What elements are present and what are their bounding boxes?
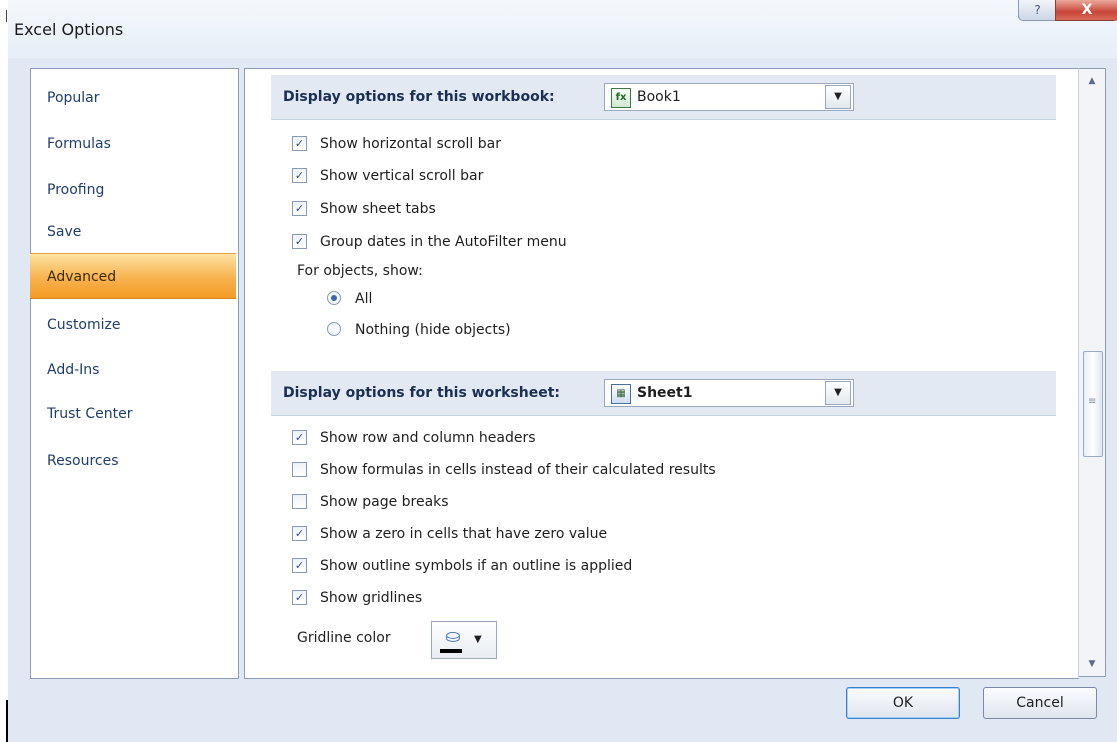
scroll-thumb[interactable]: ≡ bbox=[1083, 351, 1103, 457]
dialog-title: Excel Options bbox=[14, 20, 124, 39]
radio-objects-all[interactable]: All bbox=[327, 287, 372, 311]
checkbox-checked-icon[interactable]: ✓ bbox=[292, 167, 307, 183]
excel-book-icon: fx bbox=[611, 88, 631, 108]
checkbox-checked-icon[interactable]: ✓ bbox=[292, 525, 307, 541]
checkbox-show-formulas[interactable]: Show formulas in cells instead of their … bbox=[292, 458, 716, 482]
checkbox-vertical-scroll-bar[interactable]: ✓ Show vertical scroll bar bbox=[292, 164, 483, 188]
chevron-down-icon[interactable]: ▼ bbox=[825, 381, 851, 405]
nav-item-save[interactable]: Save bbox=[31, 209, 238, 255]
panel-scrollbar[interactable]: ▲ ≡ ▼ bbox=[1078, 68, 1106, 677]
checkbox-checked-icon[interactable]: ✓ bbox=[292, 557, 307, 573]
grip-icon: ≡ bbox=[1088, 396, 1097, 407]
radio-unselected-icon[interactable] bbox=[327, 322, 341, 336]
radio-selected-icon[interactable] bbox=[327, 291, 341, 305]
title-bar: Excel Options ? X bbox=[8, 0, 1117, 58]
nav-item-proofing[interactable]: Proofing bbox=[31, 167, 238, 213]
worksheet-select-value: Sheet1 bbox=[637, 385, 693, 401]
close-button[interactable]: X bbox=[1055, 0, 1117, 21]
radio-objects-nothing[interactable]: Nothing (hide objects) bbox=[327, 318, 511, 342]
nav-item-formulas[interactable]: Formulas bbox=[31, 121, 238, 167]
workbook-section-label: Display options for this workbook: bbox=[283, 89, 555, 105]
checkbox-group-dates[interactable]: ✓ Group dates in the AutoFilter menu bbox=[292, 230, 567, 254]
checkbox-zero-values[interactable]: ✓ Show a zero in cells that have zero val… bbox=[292, 522, 607, 546]
checkbox-checked-icon[interactable]: ✓ bbox=[292, 200, 307, 216]
nav-item-advanced[interactable]: Advanced bbox=[30, 253, 236, 299]
ok-button[interactable]: OK bbox=[846, 687, 960, 719]
worksheet-section-header: Display options for this worksheet: ▦ Sh… bbox=[271, 371, 1056, 416]
checkbox-horizontal-scroll-bar[interactable]: ✓ Show horizontal scroll bar bbox=[292, 132, 501, 156]
advanced-options-panel: Display options for this workbook: fx Bo… bbox=[244, 68, 1079, 679]
checkbox-page-breaks[interactable]: Show page breaks bbox=[292, 490, 449, 514]
nav-item-customize[interactable]: Customize bbox=[31, 302, 238, 348]
checkbox-gridlines[interactable]: ✓ Show gridlines bbox=[292, 586, 422, 610]
checkbox-checked-icon[interactable]: ✓ bbox=[292, 233, 307, 249]
checkbox-checked-icon[interactable]: ✓ bbox=[292, 135, 307, 151]
checkbox-outline-symbols[interactable]: ✓ Show outline symbols if an outline is a… bbox=[292, 554, 632, 578]
chevron-down-icon[interactable]: ▼ bbox=[825, 85, 851, 109]
checkbox-unchecked-icon[interactable] bbox=[292, 461, 307, 477]
scroll-down-icon[interactable]: ▼ bbox=[1079, 654, 1105, 674]
worksheet-icon: ▦ bbox=[611, 384, 631, 404]
workbook-select-value: Book1 bbox=[637, 89, 681, 105]
nav-item-trust-center[interactable]: Trust Center bbox=[31, 391, 238, 437]
window-edge bbox=[6, 700, 8, 742]
checkbox-unchecked-icon[interactable] bbox=[292, 493, 307, 509]
nav-item-resources[interactable]: Resources bbox=[31, 438, 238, 484]
checkbox-sheet-tabs[interactable]: ✓ Show sheet tabs bbox=[292, 197, 436, 221]
checkbox-checked-icon[interactable]: ✓ bbox=[292, 589, 307, 605]
cancel-button[interactable]: Cancel bbox=[983, 687, 1097, 719]
paint-bucket-icon: ⛀ bbox=[445, 626, 461, 647]
window-edge bbox=[6, 10, 7, 22]
worksheet-section-label: Display options for this worksheet: bbox=[283, 385, 561, 401]
checkbox-row-column-headers[interactable]: ✓ Show row and column headers bbox=[292, 426, 536, 450]
gridline-color-label: Gridline color bbox=[297, 630, 391, 646]
gridline-color-swatch bbox=[440, 649, 462, 653]
gridline-color-picker[interactable]: ⛀ ▼ bbox=[431, 621, 497, 659]
scroll-up-icon[interactable]: ▲ bbox=[1079, 71, 1105, 91]
chevron-down-icon[interactable]: ▼ bbox=[474, 622, 482, 658]
workbook-select[interactable]: fx Book1 ▼ bbox=[604, 83, 854, 111]
workbook-section-header: Display options for this workbook: fx Bo… bbox=[271, 75, 1056, 120]
checkbox-checked-icon[interactable]: ✓ bbox=[292, 429, 307, 445]
help-button[interactable]: ? bbox=[1018, 0, 1057, 21]
objects-show-label: For objects, show: bbox=[297, 263, 423, 279]
nav-item-popular[interactable]: Popular bbox=[31, 75, 238, 121]
nav-item-add-ins[interactable]: Add-Ins bbox=[31, 347, 238, 393]
worksheet-select[interactable]: ▦ Sheet1 ▼ bbox=[604, 379, 854, 407]
options-nav: Popular Formulas Proofing Save Advanced … bbox=[30, 68, 239, 679]
